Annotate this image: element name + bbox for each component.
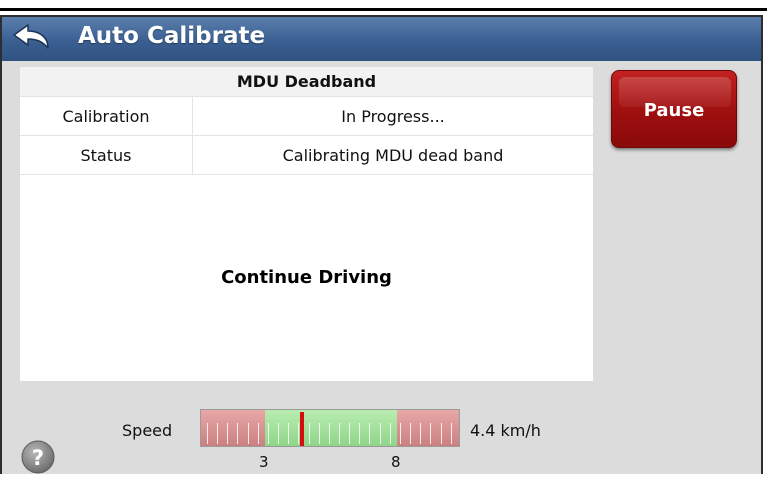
table-row: Status Calibrating MDU dead band [20,135,593,175]
calibration-table: MDU Deadband Calibration In Progress... … [20,67,593,175]
title-bar: Auto Calibrate [2,17,761,61]
svg-text:?: ? [32,446,44,470]
pause-button[interactable]: Pause [611,70,737,148]
speed-needle [300,412,304,446]
top-border [0,8,767,11]
pause-button-label: Pause [643,100,705,121]
gauge-tick [410,423,411,444]
gauge-tick [400,423,401,444]
gauge-tick [380,423,381,444]
table-heading: MDU Deadband [20,67,593,97]
target-max-label: 8 [391,453,401,471]
gauge-high-zone [397,410,459,446]
gauge-tick [309,423,310,444]
status-value: Calibrating MDU dead band [192,135,593,175]
speed-readout: 4.4 km/h [470,421,541,440]
gauge-tick [339,423,340,444]
gauge-tick [288,423,289,444]
back-arrow-icon[interactable] [8,22,56,54]
gauge-tick [390,423,391,444]
table-header-row: MDU Deadband [20,67,593,97]
gauge-tick [278,423,279,444]
gauge-tick [441,423,442,444]
gauge-tick [237,423,238,444]
gauge-tick [359,423,360,444]
gauge-tick [430,423,431,444]
gauge-tick [248,423,249,444]
gauge-tick [420,423,421,444]
gauge-low-zone [201,410,265,446]
gauge-tick [451,423,452,444]
speed-label: Speed [122,421,173,440]
table-row: Calibration In Progress... [20,96,593,136]
calibration-label: Calibration [20,96,193,136]
gauge-tick [369,423,370,444]
speed-gauge [200,409,460,447]
gauge-tick [207,423,208,444]
gauge-tick [329,423,330,444]
status-label: Status [20,135,193,175]
gauge-tick [258,423,259,444]
gauge-tick [298,423,299,444]
page-title: Auto Calibrate [78,23,266,49]
gauge-tick [349,423,350,444]
gauge-tick [227,423,228,444]
gauge-tick [319,423,320,444]
instruction-message: Continue Driving [221,267,392,288]
calibration-value: In Progress... [192,96,593,136]
help-icon[interactable]: ? [21,440,55,474]
gauge-target-zone [265,410,397,446]
calibration-panel: MDU Deadband Calibration In Progress... … [20,67,593,381]
gauge-tick [217,423,218,444]
target-min-label: 3 [259,453,269,471]
gauge-tick [268,423,269,444]
